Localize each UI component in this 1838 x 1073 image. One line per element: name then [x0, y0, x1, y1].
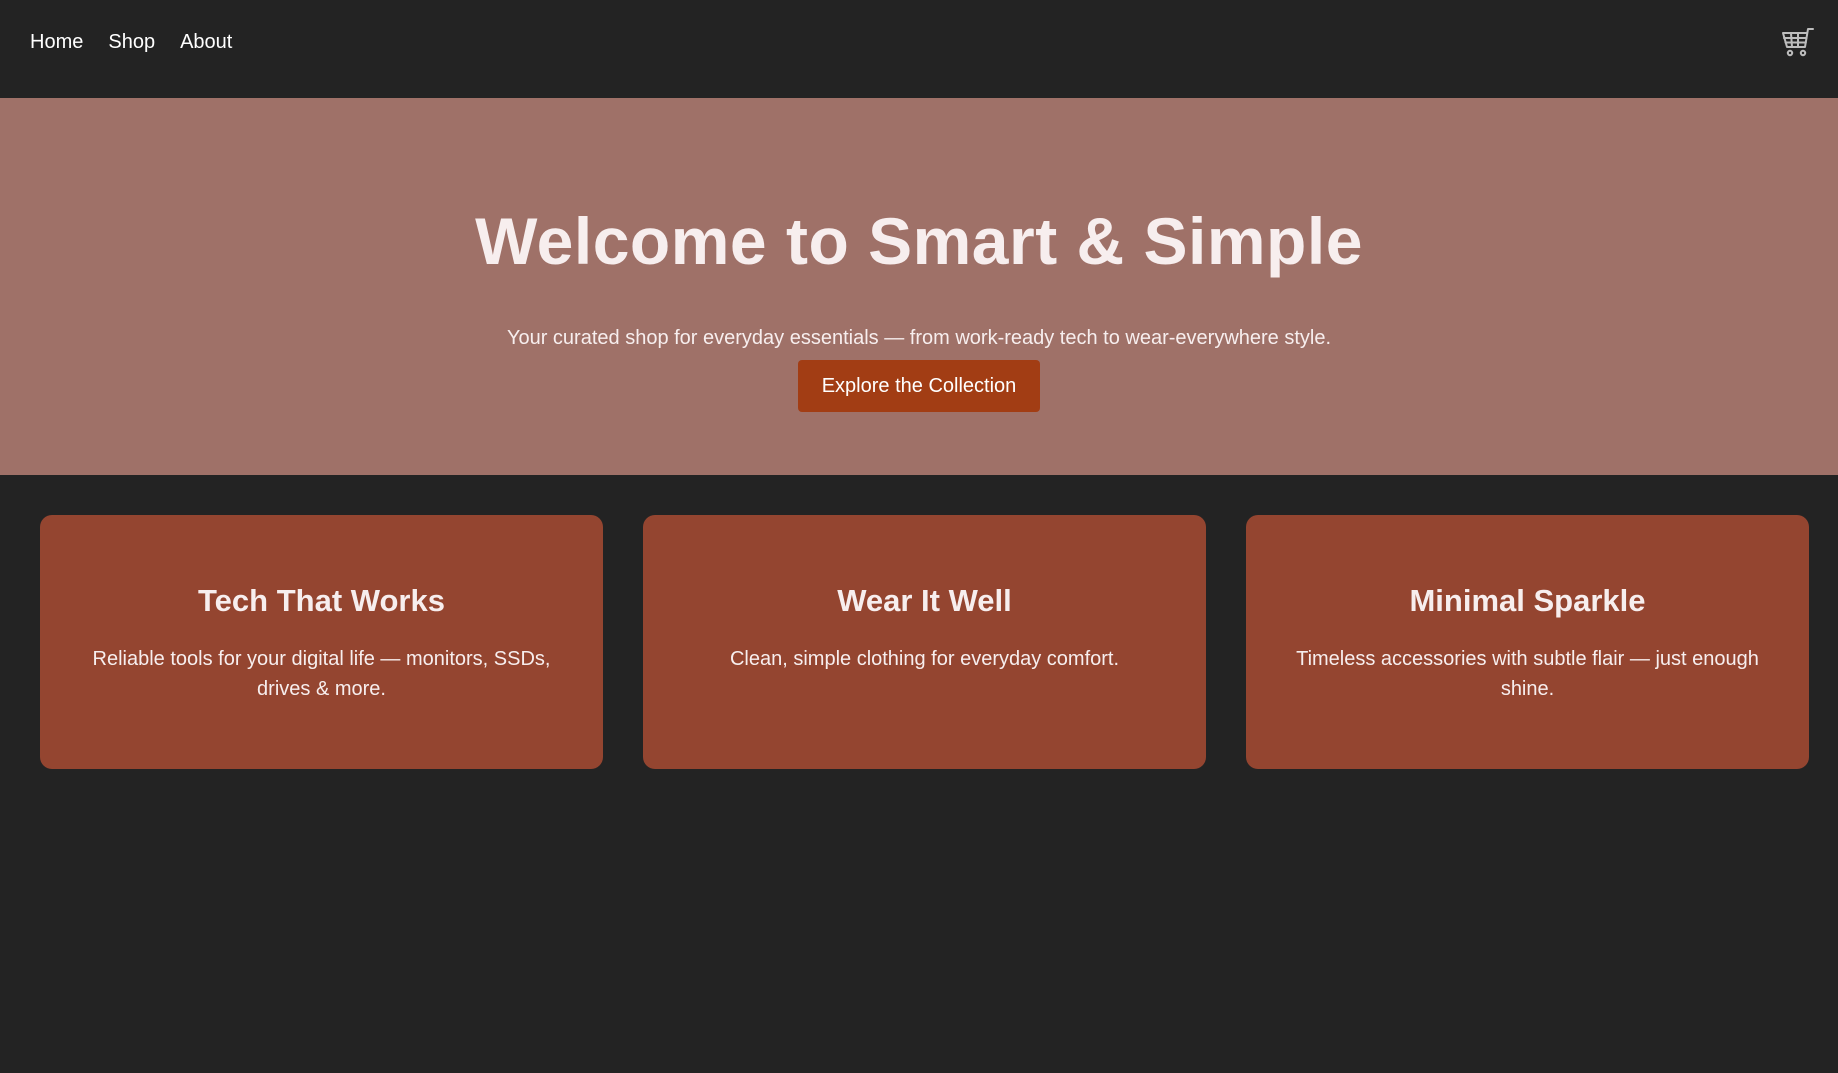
- shopping-cart-icon[interactable]: [1780, 26, 1814, 58]
- hero-subtitle: Your curated shop for everyday essential…: [506, 327, 1332, 349]
- navbar: Home Shop About: [0, 0, 1838, 98]
- card-description: Timeless accessories with subtle flair —…: [1296, 648, 1759, 700]
- nav-link-shop[interactable]: Shop: [108, 31, 155, 54]
- category-card-tech[interactable]: Tech That Works Reliable tools for your …: [40, 515, 603, 769]
- nav-link-about[interactable]: About: [180, 31, 232, 54]
- hero-section: Welcome to Smart & Simple Your curated s…: [0, 98, 1838, 475]
- category-card-wear[interactable]: Wear It Well Clean, simple clothing for …: [643, 515, 1206, 769]
- card-title: Tech That Works: [198, 583, 445, 618]
- hero-title: Welcome to Smart & Simple: [475, 204, 1363, 278]
- card-description: Reliable tools for your digital life — m…: [92, 648, 551, 700]
- category-cards: Tech That Works Reliable tools for your …: [0, 475, 1838, 769]
- nav-links: Home Shop About: [30, 31, 232, 54]
- category-card-sparkle[interactable]: Minimal Sparkle Timeless accessories wit…: [1246, 515, 1809, 769]
- nav-link-home[interactable]: Home: [30, 31, 83, 54]
- explore-collection-button[interactable]: Explore the Collection: [798, 360, 1040, 412]
- card-title: Wear It Well: [837, 583, 1012, 618]
- card-description: Clean, simple clothing for everyday comf…: [729, 648, 1120, 670]
- card-title: Minimal Sparkle: [1409, 583, 1646, 618]
